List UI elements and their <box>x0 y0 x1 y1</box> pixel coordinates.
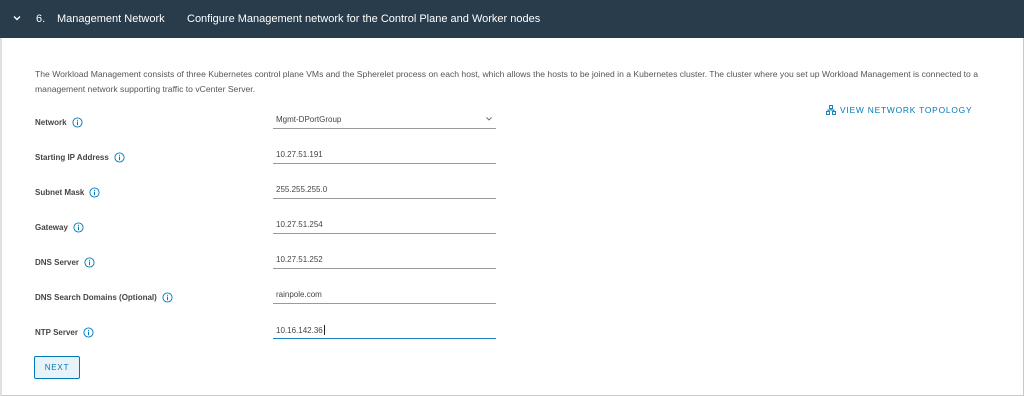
gateway-label: Gateway <box>35 223 68 232</box>
ntp-server-label: NTP Server <box>35 328 78 337</box>
view-network-topology-link[interactable]: VIEW NETWORK TOPOLOGY <box>826 105 972 115</box>
starting-ip-row: Starting IP Address 10.27.51.191 <box>35 146 505 172</box>
ntp-server-row: NTP Server 10.16.142.36 <box>35 321 505 347</box>
info-icon[interactable] <box>83 327 94 338</box>
info-icon[interactable] <box>72 117 83 128</box>
dns-search-domains-row: DNS Search Domains (Optional) rainpole.c… <box>35 286 505 312</box>
text-cursor <box>323 325 325 335</box>
step-description: Configure Management network for the Con… <box>187 13 541 25</box>
view-network-topology-label: VIEW NETWORK TOPOLOGY <box>840 105 973 115</box>
gateway-row: Gateway 10.27.51.254 <box>35 216 505 242</box>
dns-server-label: DNS Server <box>35 258 80 267</box>
ntp-server-input[interactable]: 10.16.142.36 <box>273 321 496 339</box>
next-button[interactable]: NEXT <box>34 356 80 379</box>
info-icon[interactable] <box>89 187 100 198</box>
info-icon[interactable] <box>73 222 84 233</box>
dns-server-row: DNS Server 10.27.51.252 <box>35 251 505 277</box>
network-select-value: Mgmt-DPortGroup <box>276 115 342 124</box>
network-row: Network Mgmt-DPortGroup <box>35 111 505 137</box>
dns-server-input[interactable]: 10.27.51.252 <box>273 251 496 269</box>
info-icon[interactable] <box>162 292 173 303</box>
step-title: Management Network <box>57 13 165 25</box>
subnet-mask-row: Subnet Mask 255.255.255.0 <box>35 181 505 207</box>
chevron-down-icon[interactable] <box>12 13 22 23</box>
network-label: Network <box>35 118 67 127</box>
step-header[interactable]: 6. Management Network Configure Manageme… <box>0 0 1024 38</box>
ntp-server-value: 10.16.142.36 <box>276 326 323 335</box>
step-number: 6. <box>36 13 46 25</box>
dns-search-domains-input[interactable]: rainpole.com <box>273 286 496 304</box>
gateway-input[interactable]: 10.27.51.254 <box>273 216 496 234</box>
chevron-down-icon <box>485 115 493 125</box>
starting-ip-input[interactable]: 10.27.51.191 <box>273 146 496 164</box>
subnet-mask-label: Subnet Mask <box>35 188 85 197</box>
divider <box>0 38 2 396</box>
step-description-text: The Workload Management consists of thre… <box>35 69 978 94</box>
network-topology-icon <box>826 105 836 115</box>
subnet-mask-input[interactable]: 255.255.255.0 <box>273 181 496 199</box>
network-select[interactable]: Mgmt-DPortGroup <box>273 111 496 129</box>
starting-ip-label: Starting IP Address <box>35 153 109 162</box>
dns-search-domains-label: DNS Search Domains (Optional) <box>35 293 157 302</box>
info-icon[interactable] <box>84 257 95 268</box>
info-icon[interactable] <box>114 152 125 163</box>
